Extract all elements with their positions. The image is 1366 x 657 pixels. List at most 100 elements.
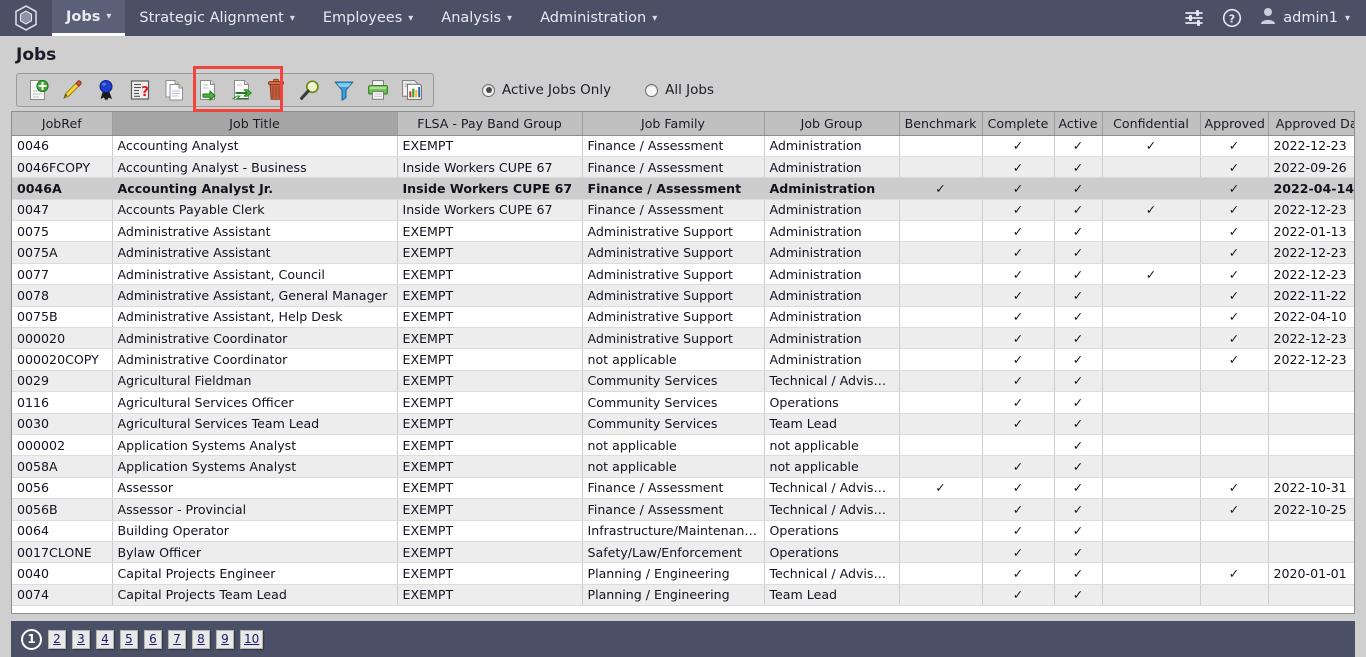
table-row[interactable]: 0017CLONE Bylaw Officer EXEMPT Safety/Law/E… <box>12 541 1354 564</box>
radio-all-jobs[interactable]: All Jobs <box>645 82 714 98</box>
cell-title: Administrative Assistant, Council <box>112 263 398 286</box>
cell-jobref: 0058A <box>12 455 113 478</box>
page-link-5[interactable]: 5 <box>120 629 138 649</box>
table-row[interactable]: 0056B Assessor - Provincial EXEMPT Finance … <box>12 498 1354 521</box>
cell-approved_date <box>1268 584 1354 607</box>
nav-item-jobs[interactable]: Jobs ▾ <box>52 0 126 36</box>
column-header-benchmark[interactable]: Benchmark <box>899 112 983 136</box>
jobs-grid-container[interactable]: JobRef Job Title FLSA - Pay Band Group Job … <box>11 111 1355 614</box>
column-header-jobref[interactable]: JobRef <box>12 112 113 136</box>
check-icon: ✓ <box>1228 566 1240 581</box>
cell-group: Administration <box>764 156 900 179</box>
table-row[interactable]: 0075B Administrative Assistant, Help Desk… <box>12 306 1354 329</box>
table-row[interactable]: 0056 Assessor EXEMPT Finance / Assessment Te… <box>12 477 1354 500</box>
page-link-2[interactable]: 2 <box>48 629 66 649</box>
check-icon: ✓ <box>1072 566 1084 581</box>
page-link-7[interactable]: 7 <box>168 629 186 649</box>
cell-approved: ✓ <box>1200 177 1269 200</box>
column-header-complete[interactable]: Complete <box>982 112 1055 136</box>
cell-benchmark <box>899 455 983 478</box>
copy-job-button[interactable] <box>157 75 191 105</box>
page-link-4[interactable]: 4 <box>96 629 114 649</box>
page-arrows-exchange-icon <box>232 80 252 100</box>
questionnaire-button[interactable]: ? <box>123 75 157 105</box>
nav-item-administration[interactable]: Administration ▾ <box>526 0 671 36</box>
table-row[interactable]: 000002 Application Systems Analyst EXEMPT n… <box>12 434 1354 457</box>
cell-approved_date: 2022-12-23 <box>1268 199 1354 222</box>
table-row[interactable]: 0064 Building Operator EXEMPT Infrastructur… <box>12 520 1354 542</box>
edit-job-button[interactable] <box>55 75 89 105</box>
cell-approved_date: 2022-10-25 <box>1268 498 1354 521</box>
export-job-button[interactable] <box>191 75 225 105</box>
table-row[interactable]: 0029 Agricultural Fieldman EXEMPT Community… <box>12 370 1354 393</box>
cell-approved <box>1200 455 1269 478</box>
cell-approved_date: 2022-09-26 <box>1268 156 1354 179</box>
cell-title: Administrative Assistant, Help Desk <box>112 306 398 329</box>
table-row[interactable]: 0046A Accounting Analyst Jr. Inside Worker… <box>12 177 1354 200</box>
table-row[interactable]: 000020 Administrative Coordinator EXEMPT Ad… <box>12 327 1354 350</box>
page-link-1[interactable]: 1 <box>21 628 42 650</box>
radio-active-jobs-only[interactable]: Active Jobs Only <box>482 82 611 98</box>
reports-button[interactable] <box>395 75 429 105</box>
table-row[interactable]: 000020COPY Administrative Coordinator EXEM… <box>12 348 1354 371</box>
cell-benchmark <box>899 306 983 329</box>
table-row[interactable]: 0077 Administrative Assistant, Council EXE… <box>12 263 1354 286</box>
column-header-approved[interactable]: Approved <box>1200 112 1269 136</box>
page-link-3[interactable]: 3 <box>72 629 90 649</box>
table-row[interactable]: 0078 Administrative Assistant, General Ma… <box>12 284 1354 307</box>
pencil-icon <box>63 80 82 99</box>
column-header-group[interactable]: Job Group <box>764 112 900 136</box>
table-row[interactable]: 0074 Capital Projects Team Lead EXEMPT Plan… <box>12 584 1354 607</box>
table-row[interactable]: 0075A Administrative Assistant EXEMPT Admin… <box>12 241 1354 264</box>
column-header-flsa[interactable]: FLSA - Pay Band Group <box>397 112 583 136</box>
question-circle-icon[interactable]: ? <box>1222 8 1242 28</box>
app-logo[interactable] <box>0 0 52 36</box>
table-row[interactable]: 0058A Application Systems Analyst EXEMPT no… <box>12 455 1354 478</box>
nav-item-label: Administration <box>540 10 647 26</box>
cell-active: ✓ <box>1054 220 1103 243</box>
column-header-approved_date[interactable]: Approved Date <box>1268 112 1354 136</box>
cell-flsa: EXEMPT <box>397 284 583 307</box>
search-button[interactable] <box>293 75 327 105</box>
delete-job-button[interactable] <box>259 75 293 105</box>
cell-complete: ✓ <box>982 455 1055 478</box>
table-row[interactable]: 0030 Agricultural Services Team Lead EXEMP… <box>12 413 1354 435</box>
cell-confidential <box>1102 177 1201 200</box>
transfer-job-button[interactable] <box>225 75 259 105</box>
page-link-6[interactable]: 6 <box>144 629 162 649</box>
print-button[interactable] <box>361 75 395 105</box>
column-header-title[interactable]: Job Title <box>112 112 398 136</box>
nav-item-employees[interactable]: Employees ▾ <box>309 0 427 36</box>
cell-approved_date: 2022-12-23 <box>1268 348 1354 371</box>
page-link-10[interactable]: 10 <box>240 629 264 649</box>
cell-approved_date: 2022-11-22 <box>1268 284 1354 307</box>
check-icon: ✓ <box>1228 223 1240 239</box>
page-link-8[interactable]: 8 <box>192 629 210 649</box>
table-row[interactable]: 0047 Accounts Payable Clerk Inside Workers… <box>12 199 1354 222</box>
nav-item-analysis[interactable]: Analysis ▾ <box>427 0 526 36</box>
column-header-family[interactable]: Job Family <box>582 112 765 136</box>
cell-benchmark <box>899 156 983 179</box>
approve-job-button[interactable] <box>89 75 123 105</box>
nav-item-strategic-alignment[interactable]: Strategic Alignment ▾ <box>125 0 308 36</box>
table-row[interactable]: 0046FCOPY Accounting Analyst - Business In… <box>12 156 1354 179</box>
cube-logo-icon <box>14 5 38 31</box>
column-header-active[interactable]: Active <box>1054 112 1103 136</box>
table-row[interactable]: 0116 Agricultural Services Officer EXEMPT C… <box>12 391 1354 414</box>
user-menu[interactable]: admin1 ▾ <box>1260 7 1350 29</box>
cell-flsa: EXEMPT <box>397 455 583 478</box>
check-icon: ✓ <box>1012 180 1024 196</box>
cell-benchmark <box>899 327 983 350</box>
page-link-9[interactable]: 9 <box>216 629 234 649</box>
sliders-icon[interactable] <box>1184 9 1204 27</box>
filter-button[interactable] <box>327 75 361 105</box>
radio-dot-all-jobs[interactable] <box>645 83 659 97</box>
table-row[interactable]: 0040 Capital Projects Engineer EXEMPT Plann… <box>12 562 1354 585</box>
column-header-confidential[interactable]: Confidential <box>1102 112 1201 136</box>
radio-dot-active-only[interactable] <box>482 83 495 97</box>
table-row[interactable]: 0075 Administrative Assistant EXEMPT Admini… <box>12 220 1354 243</box>
check-icon: ✓ <box>1072 544 1084 560</box>
new-job-button[interactable] <box>21 75 55 105</box>
table-row[interactable]: 0046 Accounting Analyst EXEMPT Finance / As… <box>12 135 1354 157</box>
cell-flsa: EXEMPT <box>397 135 583 157</box>
